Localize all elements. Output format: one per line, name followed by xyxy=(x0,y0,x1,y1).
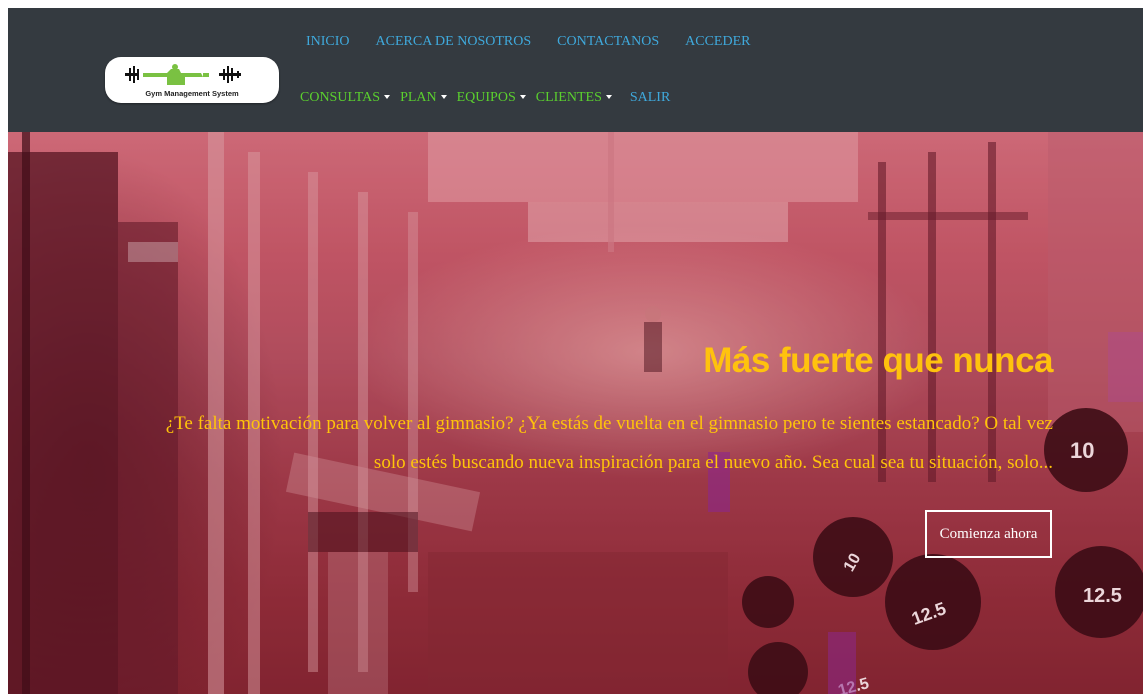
page: Gym Management System INICIO ACERCA DE N… xyxy=(8,8,1143,694)
nav-link-inicio[interactable]: INICIO xyxy=(306,33,350,51)
nav-dropdown-clientes[interactable]: CLIENTES xyxy=(536,89,612,107)
hero-description: ¿Te falta motivación para volver al gimn… xyxy=(165,413,1053,473)
comienza-ahora-button[interactable]: Comienza ahora xyxy=(925,510,1052,558)
caret-down-icon xyxy=(605,95,612,99)
nav-dropdown-plan[interactable]: PLAN xyxy=(400,89,447,107)
nav-dropdown-clientes-label: CLIENTES xyxy=(535,90,602,105)
brand-name: Gym Management System xyxy=(145,89,239,98)
hero-title: Más fuerte que nunca xyxy=(703,341,1053,380)
nav-top-links: INICIO ACERCA DE NOSOTROS CONTACTANOS AC… xyxy=(306,33,776,51)
nav-link-acceder[interactable]: ACCEDER xyxy=(685,33,750,51)
nav-dropdown-plan-label: PLAN xyxy=(400,90,437,105)
navbar: Gym Management System INICIO ACERCA DE N… xyxy=(8,8,1143,132)
caret-down-icon xyxy=(440,95,447,99)
nav-dropdown-equipos[interactable]: EQUIPOS xyxy=(457,89,526,107)
hero-banner: 10 12.5 12.5 12.5 10 Más fuerte que nunc… xyxy=(8,132,1143,694)
nav-link-acerca-de-nosotros[interactable]: ACERCA DE NOSOTROS xyxy=(376,33,532,51)
nav-bottom-menu: CONSULTAS PLAN EQUIPOS CLIENTES SALIR xyxy=(300,89,680,107)
brand-logo[interactable]: Gym Management System xyxy=(105,57,279,103)
nav-dropdown-equipos-label: EQUIPOS xyxy=(456,90,516,105)
nav-dropdown-consultas[interactable]: CONSULTAS xyxy=(300,89,391,107)
nav-link-contactanos[interactable]: CONTACTANOS xyxy=(557,33,659,51)
gym-logo-icon xyxy=(125,64,241,85)
nav-link-salir[interactable]: SALIR xyxy=(630,89,670,107)
caret-down-icon xyxy=(519,95,526,99)
nav-dropdown-consultas-label: CONSULTAS xyxy=(300,90,381,105)
caret-down-icon xyxy=(384,95,391,99)
